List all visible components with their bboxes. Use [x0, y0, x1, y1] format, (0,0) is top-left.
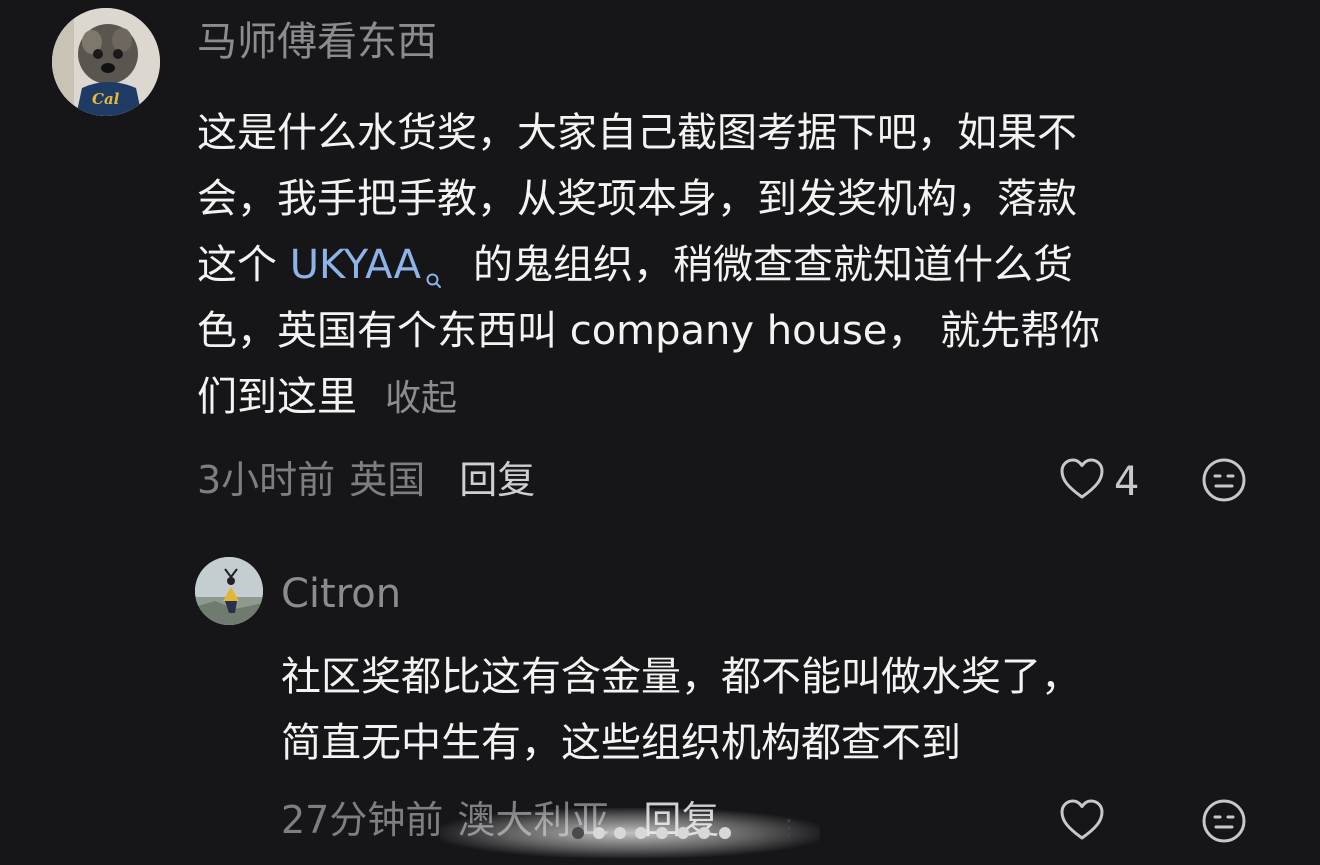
page-dot: [677, 827, 689, 839]
commenter-avatar[interactable]: Cal: [52, 8, 160, 116]
comment-meta: 3小时前 英国 回复: [197, 461, 535, 499]
reply-time: 27分钟前: [281, 798, 444, 842]
reply-button[interactable]: 回复: [459, 458, 535, 502]
collapse-button[interactable]: 收起: [385, 378, 457, 419]
page-dot: [593, 827, 605, 839]
like-count: 4: [1114, 459, 1140, 505]
heart-outline-icon[interactable]: [1058, 456, 1106, 506]
neutral-face-icon[interactable]: [1200, 456, 1248, 508]
comment-location: 英国: [349, 458, 426, 502]
neutral-face-icon[interactable]: [1200, 797, 1248, 849]
comment-line: 这个 UKYAA 的鬼组织，稍微查查就知道什么货: [197, 232, 1100, 298]
comment-line-prefix: 这个: [197, 242, 290, 288]
page-indicator: [572, 824, 740, 843]
page-dot: [614, 827, 626, 839]
page-dot: [656, 827, 668, 839]
reply-line: 简直无中生有，这些组织机构都查不到: [281, 720, 961, 766]
more-dots-icon[interactable]: ⋮: [778, 818, 800, 840]
comment-time: 3小时前: [197, 458, 336, 502]
svg-text:Cal: Cal: [92, 90, 120, 108]
dog-avatar-image: Cal: [52, 8, 160, 116]
comment-line: 会，我手把手教，从奖项本身，到发奖机构，落款: [197, 176, 1077, 222]
reply-body: 社区奖都比这有含金量，都不能叫做水奖了， 简直无中生有，这些组织机构都查不到: [281, 644, 1081, 776]
keyword-search-link[interactable]: UKYAA: [290, 242, 421, 288]
page-dot: [572, 827, 584, 839]
page-dot: [719, 827, 731, 839]
page-dot: [635, 827, 647, 839]
comment-line-suffix: 的鬼组织，稍微查查就知道什么货: [472, 242, 1073, 288]
replier-avatar[interactable]: [195, 557, 263, 625]
replier-name[interactable]: Citron: [281, 574, 401, 614]
comment-line: 们到这里 收起: [197, 364, 1100, 430]
comment-line: 色，英国有个东西叫 company house， 就先帮你: [197, 308, 1101, 354]
reply-line: 社区奖都比这有含金量，都不能叫做水奖了，: [281, 654, 1081, 700]
page-dot: [698, 827, 710, 839]
commenter-name[interactable]: 马师傅看东西: [197, 22, 437, 62]
photo-avatar-image: [195, 557, 263, 625]
comment-line-text: 们到这里: [197, 374, 357, 420]
heart-outline-icon[interactable]: [1058, 797, 1106, 847]
comment-body: 这是什么水货奖，大家自己截图考据下吧，如果不 会，我手把手教，从奖项本身，到发奖…: [197, 100, 1100, 430]
comment-line: 这是什么水货奖，大家自己截图考据下吧，如果不: [197, 110, 1077, 156]
